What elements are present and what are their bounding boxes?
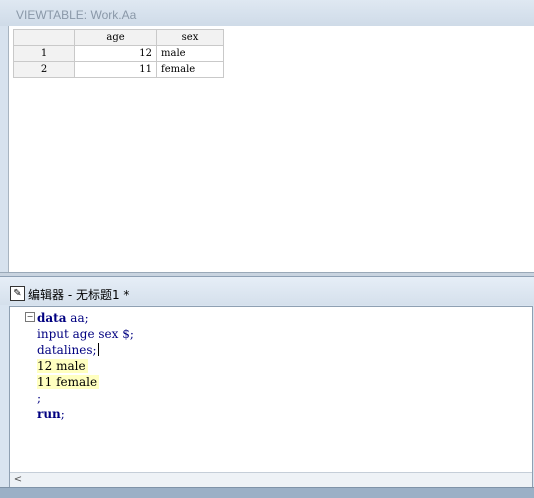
code-line[interactable]: run; (37, 406, 134, 422)
viewtable-table: age sex 1 12 male 2 11 female (13, 29, 224, 78)
viewtable-titlebar[interactable]: VIEWTABLE: Work.Aa (0, 0, 534, 26)
table-row[interactable]: 1 12 male (13, 45, 224, 62)
code-text: aa; (66, 311, 89, 325)
row-number[interactable]: 2 (13, 61, 75, 78)
table-corner-cell[interactable] (13, 29, 75, 46)
data-line: 11 female (37, 375, 100, 389)
keyword-run: run (37, 407, 61, 421)
editor-window: ✎ 编辑器 - 无标题1 * − data aa; input age sex … (0, 276, 534, 498)
code-text: ; (37, 391, 42, 405)
cell-age[interactable]: 11 (74, 61, 157, 78)
text-cursor (97, 343, 99, 356)
scroll-left-icon[interactable]: < (12, 473, 24, 487)
code-editor-area[interactable]: − data aa; input age sex $; datalines; 1… (9, 306, 533, 488)
code-line[interactable]: ; (37, 390, 134, 406)
keyword-data: data (37, 311, 67, 325)
editor-title: 编辑器 - 无标题1 * (28, 288, 130, 302)
editor-bottom-border (0, 487, 534, 498)
viewtable-title: VIEWTABLE: Work.Aa (16, 8, 137, 22)
code-text: input age sex $; (37, 327, 134, 341)
column-header-sex[interactable]: sex (156, 29, 224, 46)
editor-icon: ✎ (10, 286, 25, 301)
row-number[interactable]: 1 (13, 45, 75, 62)
code-text: datalines; (37, 343, 97, 357)
viewtable-window: VIEWTABLE: Work.Aa age sex 1 12 male 2 1… (0, 0, 534, 273)
code-line[interactable]: 12 male (37, 358, 134, 374)
data-line: 12 male (37, 359, 88, 373)
horizontal-scrollbar[interactable]: < (10, 472, 532, 487)
collapse-icon[interactable]: − (25, 312, 35, 322)
editor-titlebar[interactable]: ✎ 编辑器 - 无标题1 * (0, 277, 534, 305)
viewtable-grid-area: age sex 1 12 male 2 11 female (8, 26, 534, 272)
code-line[interactable]: data aa; (37, 310, 134, 326)
cell-sex[interactable]: male (156, 45, 224, 62)
code-line[interactable]: 11 female (37, 374, 134, 390)
code-text: ; (60, 407, 65, 421)
cell-age[interactable]: 12 (74, 45, 157, 62)
cell-sex[interactable]: female (156, 61, 224, 78)
table-row[interactable]: 2 11 female (13, 61, 224, 78)
viewtable-left-strip (0, 26, 8, 272)
code-line[interactable]: datalines; (37, 342, 134, 358)
code-line[interactable]: input age sex $; (37, 326, 134, 342)
table-header-row: age sex (13, 29, 224, 46)
column-header-age[interactable]: age (74, 29, 157, 46)
code-block[interactable]: data aa; input age sex $; datalines; 12 … (37, 310, 134, 422)
